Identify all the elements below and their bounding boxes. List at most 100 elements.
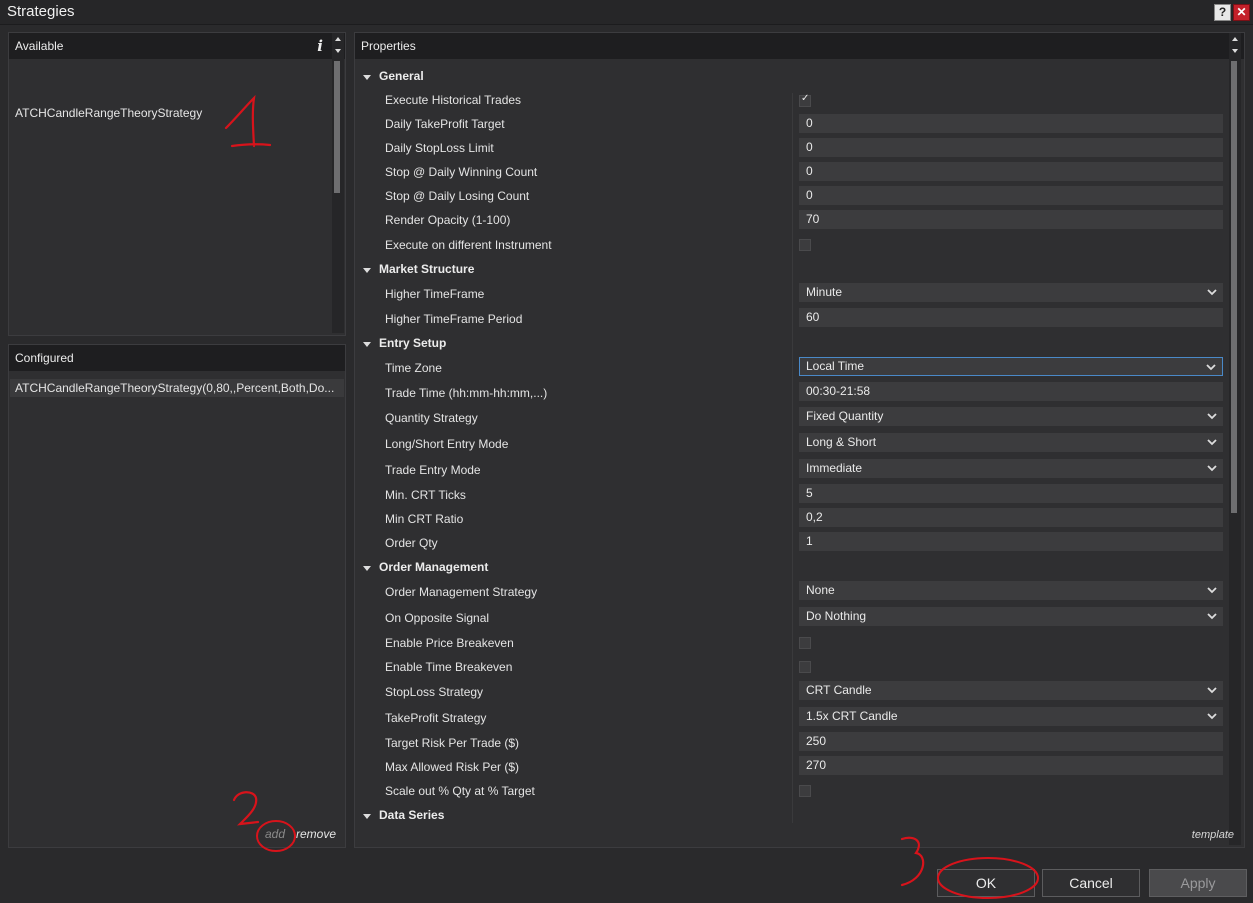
scroll-down-icon[interactable]	[1232, 49, 1238, 53]
available-strategy-item[interactable]: ATCHCandleRangeTheoryStrategy	[15, 106, 202, 120]
quantity-strategy-select[interactable]: Fixed Quantity	[799, 407, 1223, 426]
collapse-triangle-icon[interactable]	[363, 566, 371, 571]
execute-different-instrument-checkbox[interactable]	[799, 239, 811, 251]
select-value: Local Time	[806, 359, 865, 373]
properties-panel: Properties General Execute Historical Tr…	[354, 32, 1245, 848]
execute-historical-trades-checkbox[interactable]: ✓	[799, 93, 811, 107]
chevron-down-icon[interactable]	[1205, 682, 1219, 698]
checkmark-icon: ✓	[801, 93, 810, 104]
min-crt-ratio-field[interactable]: 0,2	[799, 508, 1223, 527]
property-label: Order Qty	[385, 536, 438, 550]
window-title: Strategies	[7, 3, 75, 20]
property-grid-divider[interactable]	[792, 93, 793, 823]
target-risk-per-trade-field[interactable]: 250	[799, 732, 1223, 751]
min-crt-ticks-field[interactable]: 5	[799, 484, 1223, 503]
property-label: Enable Time Breakeven	[385, 660, 513, 674]
configured-title: Configured	[15, 351, 74, 365]
trade-time-field[interactable]: 00:30-21:58	[799, 382, 1223, 401]
chevron-down-icon[interactable]	[1205, 460, 1219, 476]
configured-strategy-item[interactable]: ATCHCandleRangeTheoryStrategy(0,80,,Perc…	[10, 379, 344, 397]
property-label: Higher TimeFrame Period	[385, 312, 523, 326]
chevron-down-icon[interactable]	[1205, 608, 1219, 624]
select-value: CRT Candle	[806, 683, 872, 697]
scroll-down-icon[interactable]	[335, 49, 341, 53]
higher-timeframe-period-field[interactable]: 60	[799, 308, 1223, 327]
available-title: Available	[15, 39, 64, 53]
properties-scrollbar[interactable]	[1229, 33, 1241, 845]
help-button[interactable]: ?	[1214, 4, 1231, 21]
category-label: Entry Setup	[379, 336, 447, 350]
property-label: Higher TimeFrame	[385, 287, 485, 301]
add-button[interactable]: add	[265, 827, 285, 841]
max-allowed-risk-field[interactable]: 270	[799, 756, 1223, 775]
collapse-triangle-icon[interactable]	[363, 75, 371, 80]
window-titlebar: Strategies ? ✕	[0, 0, 1253, 25]
available-header: Available i	[9, 33, 345, 59]
collapse-triangle-icon[interactable]	[363, 342, 371, 347]
daily-takeprofit-target-field[interactable]: 0	[799, 114, 1223, 133]
on-opposite-signal-select[interactable]: Do Nothing	[799, 607, 1223, 626]
collapse-triangle-icon[interactable]	[363, 814, 371, 819]
available-panel: Available i ATCHCandleRangeTheoryStrateg…	[8, 32, 346, 336]
chevron-down-icon[interactable]	[1205, 434, 1219, 450]
order-management-strategy-select[interactable]: None	[799, 581, 1223, 600]
enable-time-breakeven-checkbox[interactable]	[799, 661, 811, 673]
select-value: Do Nothing	[806, 609, 867, 623]
category-label: Data Series	[379, 808, 445, 822]
scrollbar-thumb[interactable]	[1231, 61, 1237, 513]
info-icon[interactable]: i	[317, 33, 323, 59]
category-label: Order Management	[379, 560, 489, 574]
property-label: Scale out % Qty at % Target	[385, 784, 535, 798]
chevron-down-icon[interactable]	[1204, 359, 1218, 375]
remove-button[interactable]: remove	[296, 827, 336, 841]
scrollbar-thumb[interactable]	[334, 61, 340, 193]
cancel-button[interactable]: Cancel	[1042, 869, 1140, 897]
render-opacity-field[interactable]: 70	[799, 210, 1223, 229]
property-label: Trade Entry Mode	[385, 463, 481, 477]
property-label: Daily TakeProfit Target	[385, 117, 505, 131]
long-short-entry-mode-select[interactable]: Long & Short	[799, 433, 1223, 452]
property-label: Time Zone	[385, 361, 442, 375]
time-zone-select[interactable]: Local Time	[799, 357, 1223, 376]
select-value: Immediate	[806, 461, 863, 475]
property-label: Long/Short Entry Mode	[385, 437, 509, 451]
collapse-triangle-icon[interactable]	[363, 268, 371, 273]
property-label: Min. CRT Ticks	[385, 488, 466, 502]
stoploss-strategy-select[interactable]: CRT Candle	[799, 681, 1223, 700]
property-label: Max Allowed Risk Per ($)	[385, 760, 520, 774]
scroll-up-icon[interactable]	[1232, 37, 1238, 41]
property-label: Execute Historical Trades	[385, 93, 522, 107]
takeprofit-strategy-select[interactable]: 1.5x CRT Candle	[799, 707, 1223, 726]
available-scrollbar[interactable]	[332, 33, 344, 333]
select-value: None	[806, 583, 835, 597]
property-label: On Opposite Signal	[385, 611, 490, 625]
select-value: Long & Short	[806, 435, 877, 449]
configured-header: Configured	[9, 345, 345, 371]
scroll-up-icon[interactable]	[335, 37, 341, 41]
property-label: Enable Price Breakeven	[385, 636, 514, 650]
daily-losing-count-field[interactable]: 0	[799, 186, 1223, 205]
scale-out-checkbox[interactable]	[799, 785, 811, 797]
chevron-down-icon[interactable]	[1205, 284, 1219, 300]
property-label: TakeProfit Strategy	[385, 711, 487, 725]
property-label: Target Risk Per Trade ($)	[385, 736, 520, 750]
order-qty-field[interactable]: 1	[799, 532, 1223, 551]
daily-winning-count-field[interactable]: 0	[799, 162, 1223, 181]
trade-entry-mode-select[interactable]: Immediate	[799, 459, 1223, 478]
property-label: Quantity Strategy	[385, 411, 478, 425]
close-button[interactable]: ✕	[1233, 4, 1250, 21]
higher-timeframe-select[interactable]: Minute	[799, 283, 1223, 302]
chevron-down-icon[interactable]	[1205, 408, 1219, 424]
property-label: Min CRT Ratio	[385, 512, 464, 526]
ok-button[interactable]: OK	[937, 869, 1035, 897]
enable-price-breakeven-checkbox[interactable]	[799, 637, 811, 649]
chevron-down-icon[interactable]	[1205, 582, 1219, 598]
daily-stoploss-limit-field[interactable]: 0	[799, 138, 1223, 157]
chevron-down-icon[interactable]	[1205, 708, 1219, 724]
property-label: Stop @ Daily Winning Count	[385, 165, 538, 179]
category-label: Market Structure	[379, 262, 475, 276]
category-label: General	[379, 69, 424, 83]
apply-button[interactable]: Apply	[1149, 869, 1247, 897]
property-label: Trade Time (hh:mm-hh:mm,...)	[385, 386, 548, 400]
template-link[interactable]: template	[1192, 829, 1234, 841]
